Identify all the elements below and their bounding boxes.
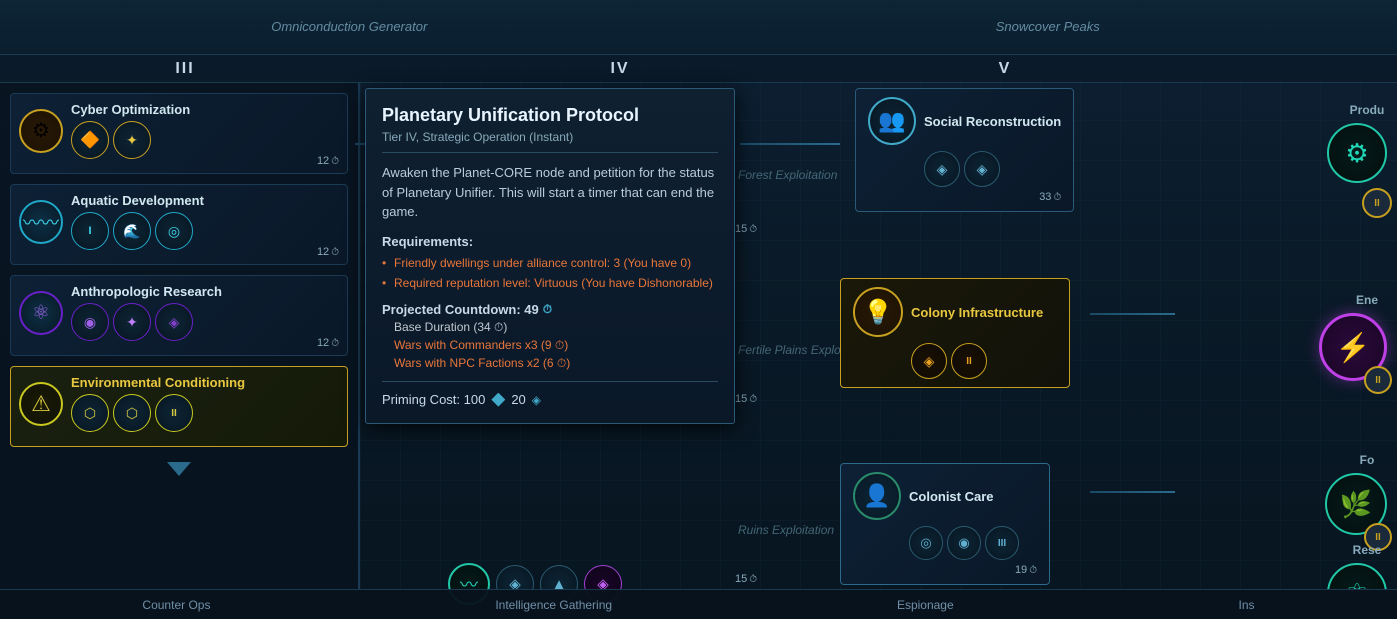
far-right-label-3: Fo — [1337, 453, 1397, 467]
bottom-label-1: Counter Ops — [142, 598, 210, 612]
anthro-cost: 12 ⏱ — [317, 337, 339, 349]
content-area: ⚙ Cyber Optimization 🔶 ✦ 12 ⏱ 〰〰 Aquat — [0, 83, 1397, 589]
tier3-label: III — [175, 60, 194, 77]
countdown-item-1: Base Duration (34 ⏱) — [394, 320, 718, 335]
tier-header: III IV V — [0, 55, 1397, 83]
conn-line-3 — [1090, 313, 1175, 315]
anthro-main-icon: ⚛ — [19, 291, 63, 335]
far-right-label-2: Ene — [1337, 293, 1397, 307]
crystal-icon — [491, 393, 505, 407]
aquatic-title: Aquatic Development — [71, 193, 204, 208]
colony-sub-icon-1: ◈ — [911, 343, 947, 379]
tooltip-description: Awaken the Planet-CORE node and petition… — [382, 163, 718, 222]
cyber-sub-icon-2: ✦ — [113, 121, 151, 159]
colonist-sub-icon-1: ◎ — [909, 526, 943, 560]
colony-sub-icon-2: II — [951, 343, 987, 379]
cyber-sub-icon-1: 🔶 — [71, 121, 109, 159]
tier5-label: V — [999, 60, 1012, 77]
priming-cost: Priming Cost: 100 20 ◈ — [382, 392, 718, 407]
tech-card-cyber-optimization[interactable]: ⚙ Cyber Optimization 🔶 ✦ 12 ⏱ — [10, 93, 348, 174]
anthro-sub-icon-1: ◉ — [71, 303, 109, 341]
far-right-label-4: Rese — [1337, 543, 1397, 557]
scroll-down-arrow — [167, 462, 191, 476]
colonist-care-card[interactable]: 👤 Colonist Care ◎ ◉ III 19⏱ — [840, 463, 1050, 585]
far-right-badge-1: II — [1362, 188, 1392, 218]
aquatic-sub-icon-2: 🌊 — [113, 212, 151, 250]
social-sub-icon-2: ◈ — [964, 151, 1000, 187]
requirement-1: Friendly dwellings under alliance contro… — [382, 255, 718, 272]
far-right-gear-icon: ⚙ — [1327, 123, 1387, 183]
countdown-title: Projected Countdown: 49 ⏱ — [382, 302, 718, 317]
top-bar: Omniconduction Generator Snowcover Peaks — [0, 0, 1397, 55]
bottom-bar: Counter Ops Intelligence Gathering Espio… — [0, 589, 1397, 619]
tooltip-title: Planetary Unification Protocol — [382, 105, 718, 126]
tooltip-panel: Planetary Unification Protocol Tier IV, … — [365, 88, 735, 424]
bottom-label-3: Espionage — [897, 598, 954, 612]
location1-label: Omniconduction Generator — [271, 19, 427, 34]
location2-label: Snowcover Peaks — [996, 19, 1100, 34]
far-right-area: ⚙ II Produ ⚡ II Ene 🌿 II Fo ⚛ II Rese — [1217, 83, 1397, 589]
aquatic-cost: 12 ⏱ — [317, 246, 339, 258]
countdown-section: Projected Countdown: 49 ⏱ Base Duration … — [382, 302, 718, 371]
env-sub-icon-2: ⬡ — [113, 394, 151, 432]
anthro-sub-icon-3: ◈ — [155, 303, 193, 341]
far-right-research-icon: ⚛ — [1327, 563, 1387, 589]
anthro-sub-icons: ◉ ✦ ◈ — [71, 303, 222, 341]
bottom-label-4: Ins — [1239, 598, 1255, 612]
social-reconstruction-icon: 👥 — [868, 97, 916, 145]
aquatic-sub-icon-1: I — [71, 212, 109, 250]
env-sub-icon-1: ⬡ — [71, 394, 109, 432]
env-main-icon: ⚠ — [19, 382, 63, 426]
center-cost-15-mid: 15⏱ — [735, 393, 757, 405]
requirements-title: Requirements: — [382, 234, 718, 249]
bottom-label-2: Intelligence Gathering — [495, 598, 612, 612]
social-sub-icon-1: ◈ — [924, 151, 960, 187]
tech-card-aquatic-development[interactable]: 〰〰 Aquatic Development I 🌊 ◎ 12 ⏱ — [10, 184, 348, 265]
far-right-label-1: Produ — [1337, 103, 1397, 117]
env-sub-icon-3: II — [155, 394, 193, 432]
env-title: Environmental Conditioning — [71, 375, 245, 390]
ruins-exploitation-label: Ruins Exploitation — [738, 523, 834, 537]
tooltip-divider — [382, 381, 718, 382]
far-right-badge-2: II — [1364, 366, 1392, 394]
tech-card-environmental[interactable]: ⚠ Environmental Conditioning ⬡ ⬡ II — [10, 366, 348, 447]
cyber-optimization-title: Cyber Optimization — [71, 102, 190, 117]
social-reconstruction-title: Social Reconstruction — [924, 114, 1061, 129]
colony-title: Colony Infrastructure — [911, 305, 1043, 320]
social-reconstruction-cost: 33⏱ — [868, 191, 1061, 203]
center-cost-15-bot: 15⏱ — [735, 573, 757, 585]
cyber-optimization-main-icon: ⚙ — [19, 109, 63, 153]
tooltip-subtitle: Tier IV, Strategic Operation (Instant) — [382, 130, 718, 153]
forest-exploitation-label: Forest Exploitation — [738, 168, 837, 182]
countdown-item-3: Wars with NPC Factions x2 (6 ⏱) — [394, 356, 718, 371]
aquatic-sub-icon-3: ◎ — [155, 212, 193, 250]
center-cost-15-top: 15⏱ — [735, 223, 757, 235]
anthro-sub-icon-2: ✦ — [113, 303, 151, 341]
tech-card-anthropologic[interactable]: ⚛ Anthropologic Research ◉ ✦ ◈ 12 ⏱ — [10, 275, 348, 356]
colonist-title: Colonist Care — [909, 489, 994, 504]
conn-line-4 — [1090, 491, 1175, 493]
colonist-cost: 19⏱ — [853, 564, 1037, 576]
colonist-sub-icon-3: III — [985, 526, 1019, 560]
colony-icon: 💡 — [853, 287, 903, 337]
cyber-optimization-cost: 12 ⏱ — [317, 155, 339, 167]
requirement-2: Required reputation level: Virtuous (You… — [382, 275, 718, 292]
social-reconstruction-card[interactable]: 👥 Social Reconstruction ◈ ◈ 33⏱ — [855, 88, 1074, 212]
colonist-icon: 👤 — [853, 472, 901, 520]
tier4-label: IV — [610, 60, 629, 77]
aquatic-main-icon: 〰〰 — [19, 200, 63, 244]
aquatic-sub-icons: I 🌊 ◎ — [71, 212, 204, 250]
cyber-optimization-sub-icons: 🔶 ✦ — [71, 121, 190, 159]
left-panel: ⚙ Cyber Optimization 🔶 ✦ 12 ⏱ 〰〰 Aquat — [0, 83, 360, 589]
env-sub-icons: ⬡ ⬡ II — [71, 394, 245, 432]
conn-line-2 — [740, 143, 840, 145]
countdown-item-2: Wars with Commanders x3 (9 ⏱) — [394, 338, 718, 353]
colonist-sub-icon-2: ◉ — [947, 526, 981, 560]
colony-infrastructure-card[interactable]: 💡 Colony Infrastructure ◈ II — [840, 278, 1070, 388]
anthro-title: Anthropologic Research — [71, 284, 222, 299]
